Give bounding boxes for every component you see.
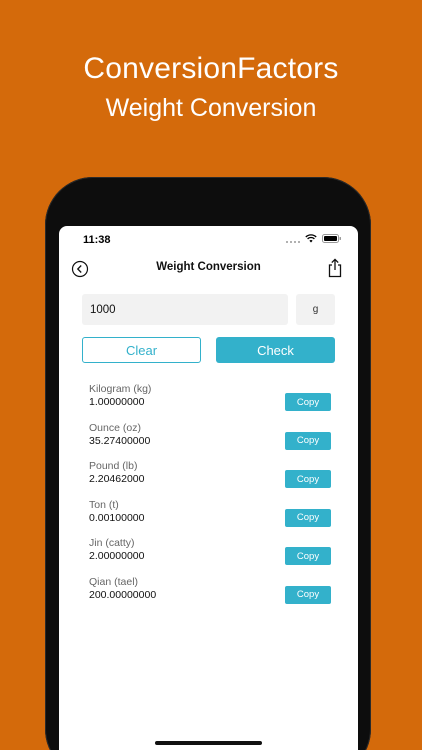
result-row: Jin (catty) 2.00000000 Copy xyxy=(89,537,331,576)
signal-icon xyxy=(286,235,300,243)
copy-button[interactable]: Copy xyxy=(285,431,331,450)
result-row: Pound (lb) 2.20462000 Copy xyxy=(89,460,331,499)
copy-button[interactable]: Copy xyxy=(285,393,331,411)
battery-icon xyxy=(322,234,342,243)
app-screen: 11:38 Weight Conversion 1000 g Clear Che… xyxy=(59,226,358,750)
home-indicator[interactable] xyxy=(155,741,262,745)
share-icon[interactable] xyxy=(326,258,344,278)
result-row: Kilogram (kg) 1.00000000 Copy xyxy=(89,383,331,422)
result-row: Qian (tael) 200.00000000 Copy xyxy=(89,576,331,615)
result-list: Kilogram (kg) 1.00000000 Copy Ounce (oz)… xyxy=(89,383,331,615)
unit-select[interactable]: g xyxy=(296,294,335,325)
wifi-icon xyxy=(305,234,317,243)
page-title: Weight Conversion xyxy=(156,261,261,273)
promo-subtitle: Weight Conversion xyxy=(105,94,317,122)
status-time: 11:38 xyxy=(83,234,111,246)
copy-button[interactable]: Copy xyxy=(285,470,331,488)
result-row: Ounce (oz) 35.27400000 Copy xyxy=(89,422,331,461)
promo-title: ConversionFactors xyxy=(83,52,339,85)
value-input[interactable] xyxy=(82,294,288,325)
copy-button[interactable]: Copy xyxy=(285,585,331,604)
copy-button[interactable]: Copy xyxy=(285,508,331,527)
clear-button[interactable]: Clear xyxy=(82,337,201,363)
check-button[interactable]: Check xyxy=(216,337,335,363)
copy-button[interactable]: Copy xyxy=(285,547,331,565)
status-icons xyxy=(286,234,342,243)
result-row: Ton (t) 0.00100000 Copy xyxy=(89,499,331,538)
